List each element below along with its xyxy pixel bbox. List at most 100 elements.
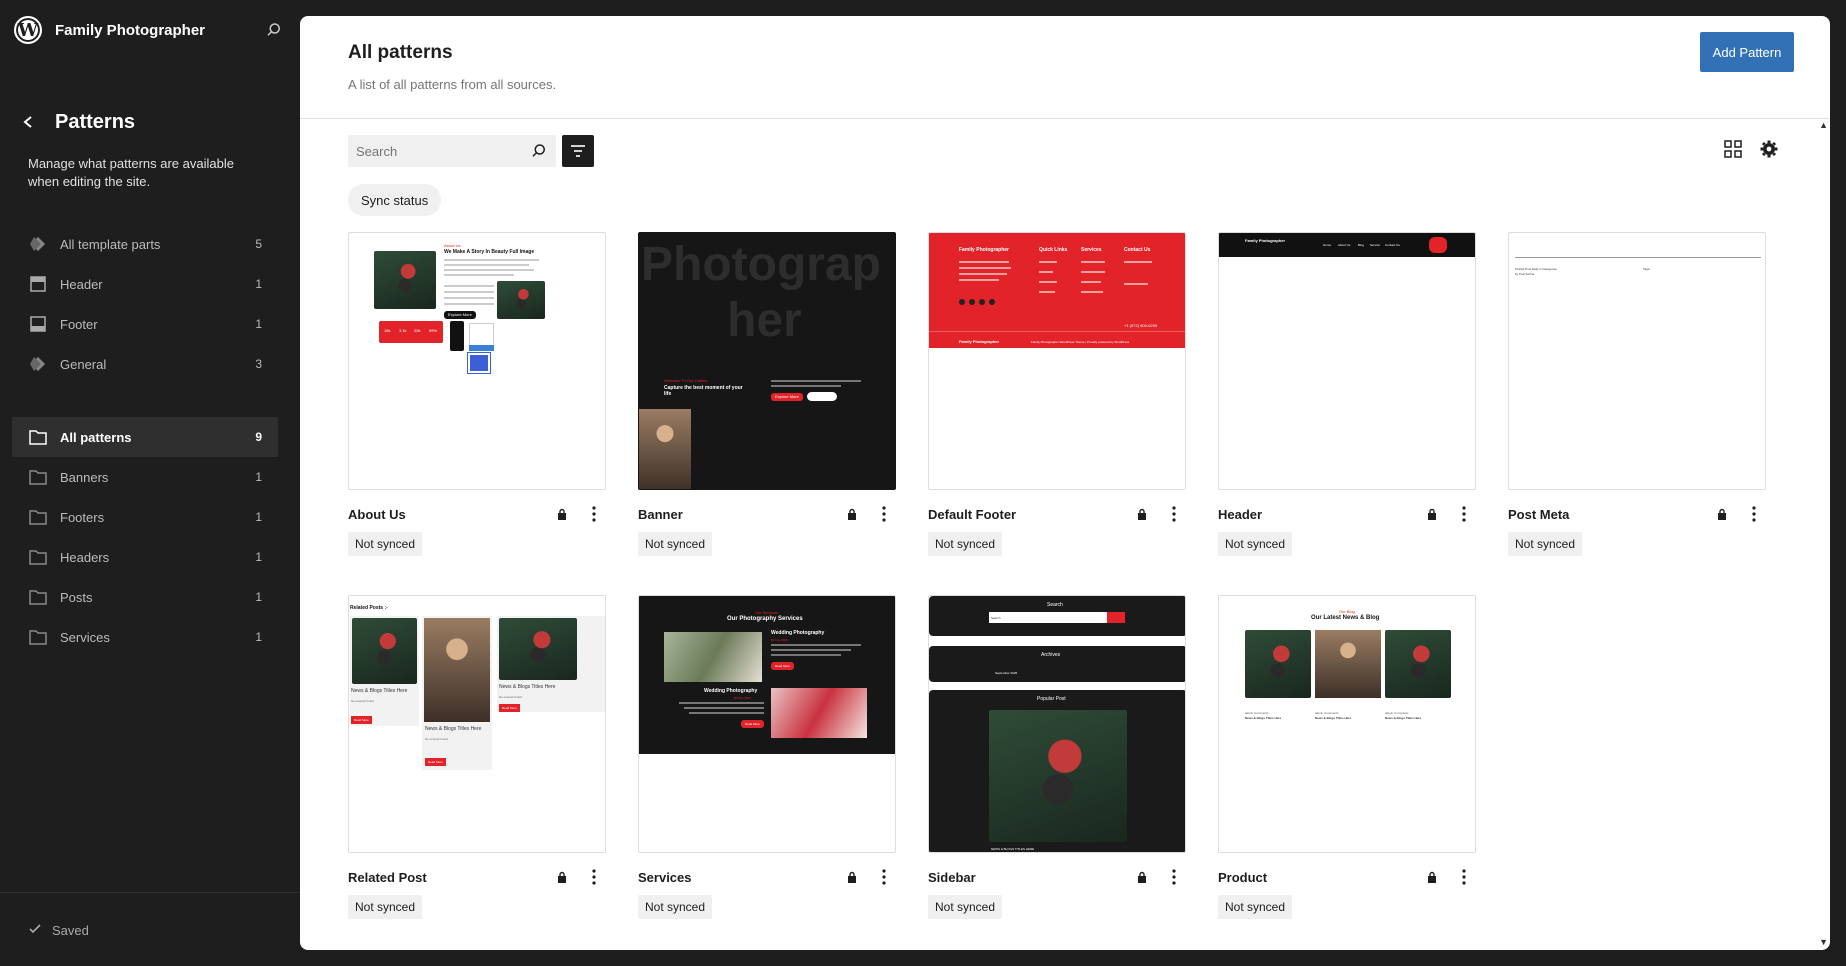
- more-options-icon[interactable]: [1452, 502, 1476, 526]
- scroll-up-arrow[interactable]: ▲: [1819, 120, 1828, 130]
- sync-status-badge: Not synced: [1218, 895, 1293, 919]
- pattern-title[interactable]: Header: [1218, 507, 1262, 522]
- preview-text: Read More: [351, 716, 372, 724]
- page-header: All patterns A list of all patterns from…: [300, 16, 1830, 119]
- gear-icon[interactable]: [1760, 140, 1778, 163]
- item-count: 1: [255, 277, 262, 291]
- folder-icon: [28, 547, 48, 567]
- pattern-preview[interactable]: Our Blog Our Latest News & Blog admin Co…: [1218, 595, 1476, 853]
- preview-text: $0 Day 2025: [734, 696, 752, 700]
- preview-text: Family Photographer: [959, 247, 1010, 253]
- sidebar-item-all-patterns[interactable]: All patterns 9: [12, 417, 278, 457]
- search-input[interactable]: Search: [348, 135, 556, 167]
- pattern-preview[interactable]: Photograp her Welcome To Our Gallery Cap…: [638, 232, 896, 490]
- more-options-icon[interactable]: [872, 865, 896, 889]
- pattern-preview[interactable]: Family Photographer Quick Links Services…: [928, 232, 1186, 490]
- filter-button[interactable]: [562, 135, 594, 167]
- more-options-icon[interactable]: [1452, 865, 1476, 889]
- pattern-title[interactable]: Post Meta: [1508, 507, 1569, 522]
- preview-text: Family Photographer: [1245, 238, 1286, 243]
- pattern-title[interactable]: Banner: [638, 507, 683, 522]
- footer-layout-icon: [28, 314, 48, 334]
- pattern-title[interactable]: About Us: [348, 507, 406, 522]
- preview-text: by Post Author: [1515, 272, 1535, 276]
- main-content: All patterns A list of all patterns from…: [300, 16, 1830, 950]
- preview-text: Explore More: [771, 393, 803, 401]
- more-options-icon[interactable]: [1742, 502, 1766, 526]
- search-icon[interactable]: [262, 18, 286, 42]
- item-count: 1: [255, 510, 262, 524]
- sidebar-description: Manage what patterns are available when …: [28, 156, 234, 189]
- pattern-preview[interactable]: About Us We Make A Story In Beauty Full …: [348, 232, 606, 490]
- preview-text: Read More: [741, 720, 764, 728]
- sidebar-item-header[interactable]: Header 1: [12, 264, 278, 304]
- sidebar-item-services[interactable]: Services 1: [12, 617, 278, 657]
- back-icon[interactable]: [20, 110, 36, 134]
- pattern-title[interactable]: Sidebar: [928, 870, 976, 885]
- preview-text: 3.1k: [399, 328, 407, 333]
- pattern-preview[interactable]: Family Photographer Home About Us Blog S…: [1218, 232, 1476, 490]
- preview-text: Family Photographer WordPress Theme | Pr…: [1031, 340, 1130, 344]
- preview-text: Search: [1047, 602, 1063, 608]
- pattern-title[interactable]: Services: [638, 870, 692, 885]
- more-options-icon[interactable]: [582, 865, 606, 889]
- preview-text: Quick Links: [1039, 247, 1068, 253]
- search-icon: [532, 144, 545, 157]
- sidebar-item-all-template-parts[interactable]: All template parts 5: [12, 224, 278, 264]
- page-description: A list of all patterns from all sources.: [348, 77, 557, 92]
- more-options-icon[interactable]: [872, 502, 896, 526]
- sidebar-item-label: Posts: [60, 589, 93, 605]
- sidebar-item-general[interactable]: General 3: [12, 344, 278, 384]
- sidebar-item-label: Footers: [60, 509, 105, 525]
- preview-text: News & Blogs Titles Here: [1315, 716, 1352, 720]
- folder-icon: [28, 507, 48, 527]
- wordpress-logo-icon[interactable]: W: [14, 16, 42, 44]
- lock-icon: [1130, 865, 1154, 889]
- pattern-preview[interactable]: Posted Post Date in Categories by Post A…: [1508, 232, 1766, 490]
- sidebar-item-footer[interactable]: Footer 1: [12, 304, 278, 344]
- preview-text: +1 (572) 000-0293: [1124, 323, 1158, 328]
- pattern-preview[interactable]: Related Posts :- News & Blogs Titles Her…: [348, 595, 606, 853]
- more-options-icon[interactable]: [1162, 865, 1186, 889]
- pattern-preview[interactable]: Our Services Our Photography Services We…: [638, 595, 896, 853]
- preview-text: No excerpt found: [351, 699, 374, 703]
- diamond-icon: [28, 234, 48, 254]
- grid-view-icon[interactable]: [1724, 140, 1742, 163]
- item-count: 9: [255, 430, 262, 444]
- scroll-down-arrow[interactable]: ▼: [1819, 937, 1828, 947]
- sidebar-item-banners[interactable]: Banners 1: [12, 457, 278, 497]
- more-options-icon[interactable]: [1162, 502, 1186, 526]
- add-pattern-button[interactable]: Add Pattern: [1700, 32, 1794, 72]
- pattern-title[interactable]: Default Footer: [928, 507, 1016, 522]
- sync-status-badge: Not synced: [1218, 532, 1293, 556]
- pattern-card: Family Photographer Quick Links Services…: [928, 232, 1186, 556]
- sidebar-item-label: Banners: [60, 469, 109, 485]
- lock-icon: [840, 502, 864, 526]
- site-title[interactable]: Family Photographer: [55, 22, 205, 39]
- item-count: 1: [255, 630, 262, 644]
- preview-text: Explore More: [444, 311, 476, 319]
- pattern-card: Our Services Our Photography Services We…: [638, 595, 896, 919]
- folder-icon: [28, 427, 48, 447]
- filter-icon: [571, 145, 585, 157]
- preview-text: Tags:: [1643, 267, 1651, 271]
- preview-text: NEWS & BLOGS TITLES HERE: [991, 847, 1035, 851]
- template-parts-nav: All template parts 5 Header 1 Footer 1 G…: [12, 224, 278, 384]
- preview-text: Family Photographer: [959, 339, 1000, 344]
- sidebar-item-label: Services: [60, 629, 110, 645]
- sync-status-filter[interactable]: Sync status: [348, 184, 442, 216]
- search-placeholder: Search: [356, 143, 398, 159]
- preview-text: Our Photography Services: [727, 616, 803, 622]
- lock-icon: [550, 502, 574, 526]
- preview-text: $0 Day 2025: [771, 638, 789, 642]
- sidebar-item-posts[interactable]: Posts 1: [12, 577, 278, 617]
- pattern-preview[interactable]: Search Search Archives September 2025 Po…: [928, 595, 1186, 853]
- sidebar-item-label: Header: [60, 276, 103, 292]
- preview-text: Our Latest News & Blog: [1311, 615, 1380, 621]
- preview-text: News & Blogs Titles Here: [1385, 716, 1422, 720]
- pattern-title[interactable]: Related Post: [348, 870, 427, 885]
- sidebar-item-footers[interactable]: Footers 1: [12, 497, 278, 537]
- pattern-title[interactable]: Product: [1218, 870, 1267, 885]
- more-options-icon[interactable]: [582, 502, 606, 526]
- sidebar-item-headers[interactable]: Headers 1: [12, 537, 278, 577]
